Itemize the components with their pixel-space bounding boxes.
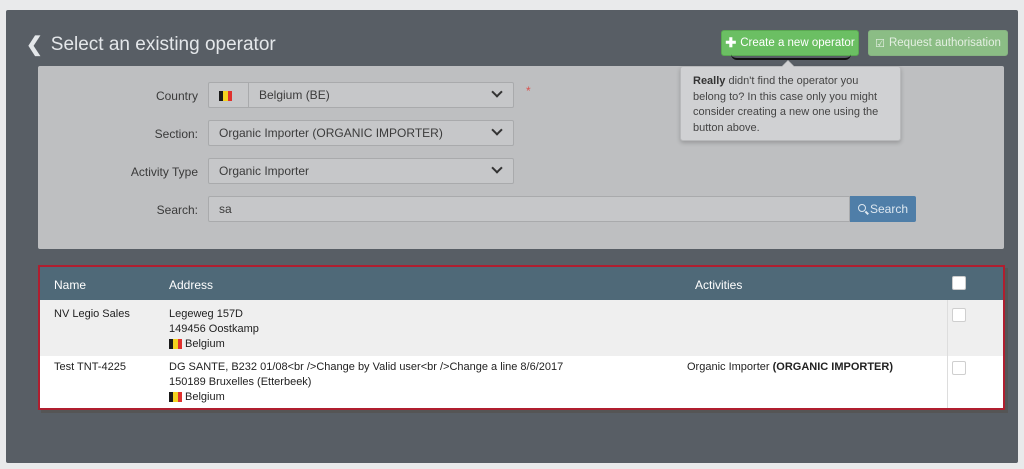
country-name: Belgium: [185, 338, 225, 350]
magnifier-icon: [857, 204, 866, 212]
chevron-left-icon: ❮: [26, 34, 43, 56]
activity-text: Organic Importer: [687, 361, 773, 373]
create-operator-label: Create a new operator: [740, 37, 855, 49]
country-flag: [219, 83, 249, 107]
belgium-flag-icon: [169, 392, 182, 403]
search-button[interactable]: Search: [850, 196, 916, 222]
activity-type-value: Organic Importer: [219, 164, 310, 178]
select-all-checkbox[interactable]: [952, 276, 966, 290]
chevron-down-icon: [491, 162, 503, 174]
country-value: Belgium (BE): [259, 88, 330, 102]
address-line-1: Legeweg 157D: [169, 308, 244, 320]
address-country: Belgium: [169, 390, 563, 405]
address-line-2: 150189 Bruxelles (Etterbeek): [169, 376, 312, 388]
country-select[interactable]: Belgium (BE): [208, 82, 514, 108]
tooltip-emphasis: Really: [693, 75, 726, 87]
activity-type-label: Activity Type: [130, 165, 198, 179]
belgium-flag-icon: [169, 339, 182, 350]
create-operator-tooltip: Really didn't find the operator you belo…: [680, 60, 901, 141]
activity-type-select[interactable]: Organic Importer: [208, 158, 514, 184]
search-input-value: sa: [219, 202, 232, 216]
plus-icon: ✚: [725, 35, 737, 50]
address-country: Belgium: [169, 337, 259, 352]
table-header: Name Address Activities: [40, 267, 1003, 300]
page-frame: ❮ Select an existing operator ✚ Create a…: [6, 10, 1018, 463]
search-input[interactable]: sa: [208, 196, 850, 222]
column-divider: [947, 300, 948, 408]
table-row[interactable]: NV Legio Sales Legeweg 157D 149456 Oostk…: [40, 300, 1003, 356]
operators-table: Name Address Activities NV Legio Sales L…: [38, 265, 1005, 410]
section-value: Organic Importer (ORGANIC IMPORTER): [219, 126, 443, 140]
search-button-label: Search: [869, 202, 909, 216]
create-operator-button[interactable]: ✚ Create a new operator: [721, 30, 859, 56]
section-label: Section:: [154, 127, 198, 141]
operator-name: NV Legio Sales: [54, 308, 130, 320]
column-header-address: Address: [169, 278, 214, 292]
back-link[interactable]: ❮ Select an existing operator: [26, 32, 276, 57]
operator-address: DG SANTE, B232 01/08<br />Change by Vali…: [169, 360, 563, 405]
chevron-down-icon: [491, 124, 503, 136]
address-line-1: DG SANTE, B232 01/08<br />Change by Vali…: [169, 361, 564, 373]
column-header-name: Name: [54, 278, 87, 292]
chevron-down-icon: [491, 86, 503, 98]
country-label: Country: [155, 89, 198, 103]
belgium-flag-icon: [219, 90, 232, 101]
row-checkbox[interactable]: [952, 361, 966, 375]
check-square-icon: ☑: [875, 37, 885, 50]
address-line-2: 149456 Oostkamp: [169, 323, 259, 335]
required-marker: *: [526, 84, 531, 98]
request-authorisation-label: Request authorisation: [888, 37, 1001, 49]
search-label: Search:: [156, 203, 198, 217]
page-title: Select an existing operator: [50, 33, 276, 55]
operator-address: Legeweg 157D 149456 Oostkamp Belgium: [169, 307, 259, 352]
section-select[interactable]: Organic Importer (ORGANIC IMPORTER): [208, 120, 514, 146]
column-header-activities: Activities: [695, 278, 743, 292]
activity-code: (ORGANIC IMPORTER): [772, 361, 893, 373]
operator-name: Test TNT-4225: [54, 361, 126, 373]
country-name: Belgium: [185, 391, 225, 403]
row-checkbox[interactable]: [952, 308, 966, 322]
request-authorisation-button[interactable]: ☑ Request authorisation: [868, 30, 1008, 56]
operator-activity: Organic Importer (ORGANIC IMPORTER): [687, 360, 893, 375]
table-row[interactable]: Test TNT-4225 DG SANTE, B232 01/08<br />…: [40, 356, 1003, 408]
